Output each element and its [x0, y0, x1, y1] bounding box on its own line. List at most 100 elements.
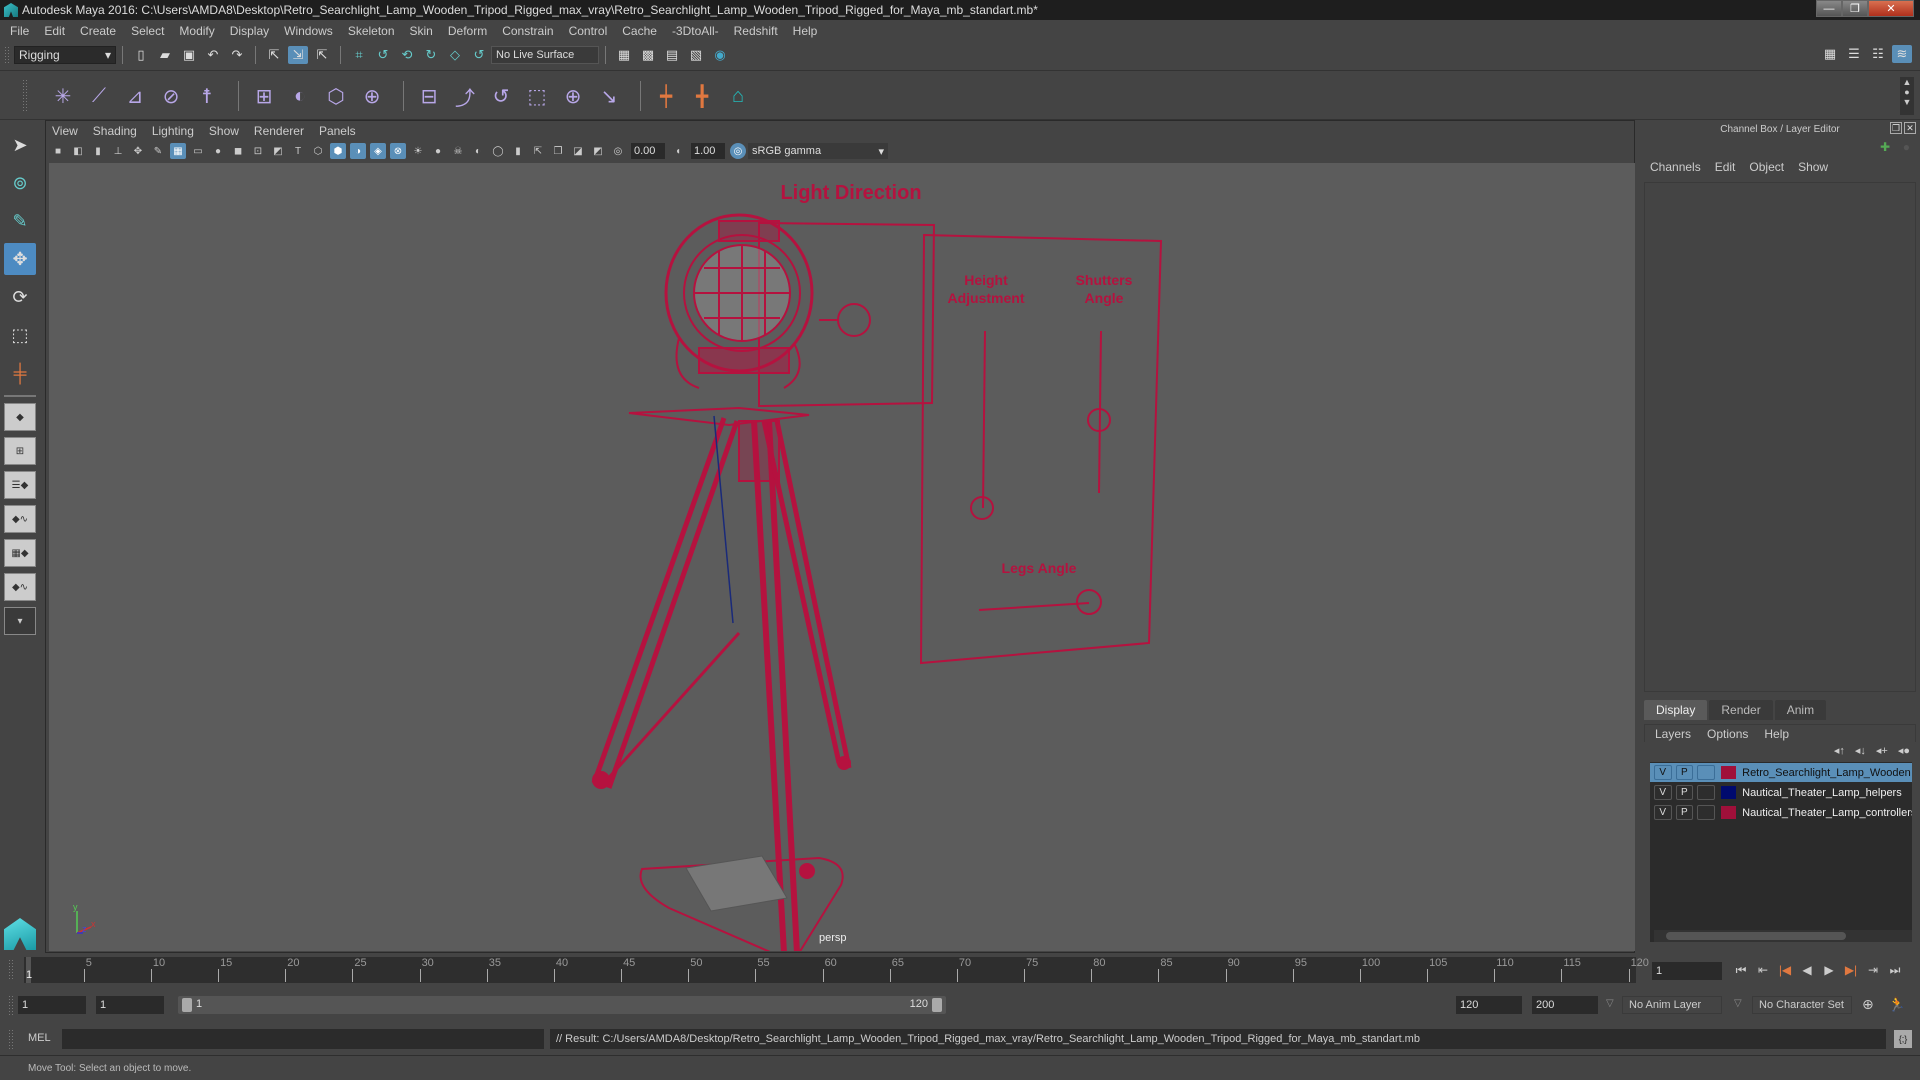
film-gate-icon[interactable]: ▭ — [190, 143, 206, 159]
select-component-icon[interactable]: ⇱ — [312, 46, 332, 64]
last-tool-icon[interactable]: ╪ — [4, 357, 36, 389]
layer-color-swatch[interactable] — [1720, 786, 1737, 799]
anim-layer-dropdown[interactable]: No Anim Layer — [1622, 996, 1722, 1014]
snap-curve-icon[interactable]: ↺ — [373, 46, 393, 64]
shadows-icon[interactable]: ☀ — [410, 143, 426, 159]
single-perspective-layout-button[interactable]: ◆ — [4, 403, 36, 431]
select-hierarchy-icon[interactable]: ⇱ — [264, 46, 284, 64]
menu-create[interactable]: Create — [80, 24, 116, 38]
script-editor-icon[interactable]: {;} — [1894, 1030, 1912, 1048]
parent-constraint-icon[interactable]: ⊟ — [414, 81, 444, 111]
safe-title-icon[interactable]: T — [290, 143, 306, 159]
render-frame-icon[interactable]: ▦ — [614, 46, 634, 64]
close-button[interactable]: ✕ — [1868, 0, 1914, 17]
layer-menu-help[interactable]: Help — [1764, 727, 1789, 741]
camera-select-icon[interactable]: ■ — [50, 143, 66, 159]
channel-box-area[interactable] — [1644, 182, 1916, 692]
panel-menu-panels[interactable]: Panels — [319, 124, 356, 138]
set-key-linked-icon[interactable]: ╋ — [687, 81, 717, 111]
menu-file[interactable]: File — [10, 24, 29, 38]
ipr-icon[interactable]: ▤ — [662, 46, 682, 64]
hypershade-icon[interactable]: ◉ — [710, 46, 730, 64]
channel-menu-edit[interactable]: Edit — [1715, 160, 1736, 174]
drag-handle[interactable] — [8, 995, 14, 1015]
open-scene-icon[interactable]: ▰ — [155, 46, 175, 64]
3d-viewport[interactable]: Light Direction Height Adjustment Shutte… — [49, 163, 1635, 951]
select-object-icon[interactable]: ⇲ — [288, 46, 308, 64]
playback-toggle[interactable]: P — [1675, 805, 1694, 820]
mel-command-input[interactable] — [62, 1029, 544, 1049]
tab-anim[interactable]: Anim — [1774, 700, 1827, 720]
current-frame-field[interactable]: 1 — [1652, 962, 1722, 980]
menu-skeleton[interactable]: Skeleton — [348, 24, 395, 38]
persp-graph-layout-button[interactable]: ◆∿ — [4, 505, 36, 533]
lattice-icon[interactable]: ⬡ — [321, 81, 351, 111]
isolate-select-icon[interactable]: ▮ — [510, 143, 526, 159]
display-type-toggle[interactable] — [1697, 785, 1715, 800]
select-camera-icon[interactable]: ⇱ — [530, 143, 546, 159]
make-live-icon[interactable]: ◇ — [445, 46, 465, 64]
menu-3dtoall[interactable]: -3DtoAll- — [672, 24, 719, 38]
channel-menu-channels[interactable]: Channels — [1650, 160, 1701, 174]
live-surface-field[interactable]: No Live Surface — [491, 46, 599, 64]
channel-menu-show[interactable]: Show — [1798, 160, 1828, 174]
display-type-toggle[interactable] — [1697, 765, 1715, 780]
play-backwards-icon[interactable]: ◀ — [1796, 963, 1818, 978]
playback-toggle[interactable]: P — [1675, 785, 1694, 800]
move-layer-up-icon[interactable]: ◂↑ — [1834, 744, 1845, 757]
color-space-dropdown[interactable]: sRGB gamma ▾ — [748, 143, 888, 159]
layer-color-swatch[interactable] — [1720, 806, 1737, 819]
ik-handle-icon[interactable]: ⟋ — [84, 81, 114, 111]
modeling-toolkit-icon[interactable]: ▦ — [1820, 45, 1840, 63]
pole-vector-icon[interactable]: ↘ — [594, 81, 624, 111]
layer-menu-options[interactable]: Options — [1707, 727, 1748, 741]
aim-constraint-icon[interactable]: ⊕ — [558, 81, 588, 111]
maya-3dtoall-icon[interactable]: ⌂ — [723, 81, 753, 111]
layer-row[interactable]: V P Retro_Searchlight_Lamp_Wooden — [1650, 763, 1912, 782]
grid-icon[interactable]: ▦ — [170, 143, 186, 159]
animation-end-field[interactable]: 200 — [1532, 996, 1598, 1014]
smooth-shade-icon[interactable]: ⬢ — [330, 143, 346, 159]
shelf-scrollbar[interactable]: ▲ ● ▼ — [1900, 77, 1914, 115]
drag-handle[interactable] — [8, 959, 14, 981]
play-forwards-icon[interactable]: ▶ — [1818, 963, 1840, 978]
orient-constraint-icon[interactable]: ↺ — [486, 81, 516, 111]
channel-speed-icon[interactable]: ● — [1903, 140, 1910, 154]
bind-skin-icon[interactable]: ⊞ — [249, 81, 279, 111]
restore-button[interactable]: ❐ — [1842, 0, 1868, 17]
visibility-toggle[interactable]: V — [1654, 765, 1672, 780]
layer-menu-layers[interactable]: Layers — [1655, 727, 1691, 741]
step-back-key-icon[interactable]: ⇤ — [1752, 963, 1774, 978]
character-set-dropdown-icon[interactable]: ▽ — [1734, 998, 1742, 1009]
channel-menu-object[interactable]: Object — [1749, 160, 1784, 174]
set-key-icon[interactable]: ┿ — [651, 81, 681, 111]
panel-menu-view[interactable]: View — [52, 124, 78, 138]
scale-tool-icon[interactable]: ⬚ — [4, 319, 36, 351]
display-type-toggle[interactable] — [1697, 805, 1715, 820]
new-layer-icon[interactable]: ◂+ — [1876, 744, 1888, 757]
time-slider-track[interactable]: 1 5 10 15 20 25 30 35 40 45 50 55 60 65 70 75 80 85 90 95 1… — [24, 957, 1649, 983]
menu-deform[interactable]: Deform — [448, 24, 487, 38]
drag-handle[interactable] — [8, 1029, 14, 1049]
scrollbar-thumb[interactable] — [1666, 932, 1846, 940]
menu-skin[interactable]: Skin — [410, 24, 433, 38]
gate-mask-icon[interactable]: ◼ — [230, 143, 246, 159]
wireframe-icon[interactable]: ⬡ — [310, 143, 326, 159]
scale-constraint-icon[interactable]: ⬚ — [522, 81, 552, 111]
height-adjustment-control[interactable] — [970, 496, 994, 520]
exposure-field[interactable]: 0.00 — [631, 143, 665, 159]
layer-name[interactable]: Retro_Searchlight_Lamp_Wooden — [1742, 767, 1912, 779]
joint-tool-icon[interactable]: ✳ — [48, 81, 78, 111]
move-tool-icon[interactable]: ✥ — [4, 243, 36, 275]
new-layer-selected-icon[interactable]: ◂● — [1898, 744, 1910, 757]
step-back-frame-icon[interactable]: |◀ — [1774, 963, 1796, 978]
paint-select-tool-icon[interactable]: ✎ — [4, 205, 36, 237]
use-all-lights-icon[interactable]: ⊗ — [390, 143, 406, 159]
wireframe-on-shaded-icon[interactable]: ◑ — [350, 143, 366, 159]
render-icon[interactable]: ▩ — [638, 46, 658, 64]
gamma-field[interactable]: 1.00 — [691, 143, 725, 159]
new-scene-icon[interactable]: ▯ — [131, 46, 151, 64]
legs-angle-control[interactable] — [1076, 589, 1102, 615]
snap-view-plane-icon[interactable]: ↻ — [421, 46, 441, 64]
menu-windows[interactable]: Windows — [284, 24, 333, 38]
